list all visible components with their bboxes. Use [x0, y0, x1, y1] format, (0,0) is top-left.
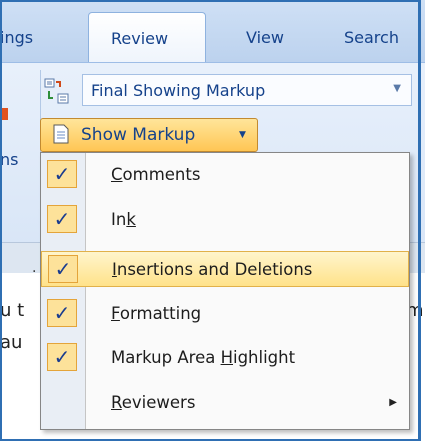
window-frame: [0, 0, 421, 441]
